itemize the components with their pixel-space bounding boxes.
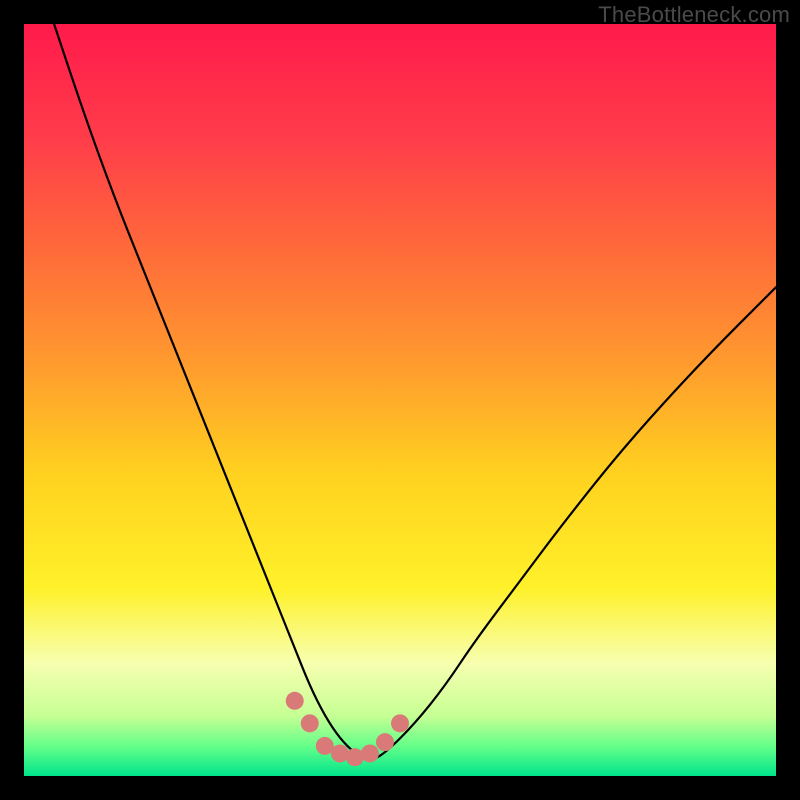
- highlight-point: [286, 692, 304, 710]
- watermark-text: TheBottleneck.com: [598, 2, 790, 28]
- bottleneck-curve: [54, 24, 776, 759]
- plot-area: [24, 24, 776, 776]
- highlight-point: [391, 714, 409, 732]
- highlight-point: [331, 744, 349, 762]
- highlight-point: [361, 744, 379, 762]
- curve-layer: [24, 24, 776, 776]
- chart-frame: TheBottleneck.com: [0, 0, 800, 800]
- highlight-point: [346, 748, 364, 766]
- highlight-point: [301, 714, 319, 732]
- highlight-point: [376, 733, 394, 751]
